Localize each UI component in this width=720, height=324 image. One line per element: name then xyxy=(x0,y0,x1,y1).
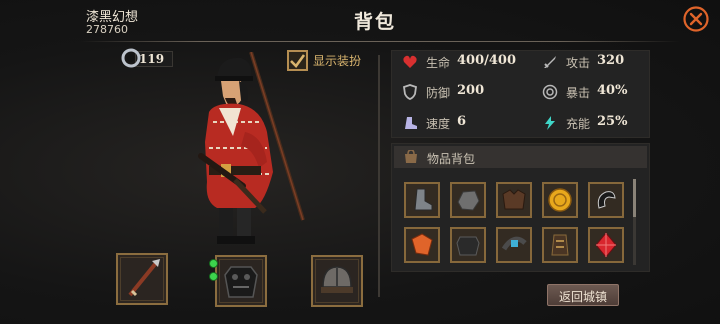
inventory-scrollbar[interactable] xyxy=(633,179,636,265)
inventory-item-orange-cloth[interactable] xyxy=(404,227,440,263)
blue-buckle-icon xyxy=(498,229,530,261)
attack-value: 320 xyxy=(597,53,625,68)
return-to-town-label: 返回城镇 xyxy=(558,290,607,304)
inventory-item-leather-armor[interactable] xyxy=(496,182,532,218)
speed-label: 速度 xyxy=(426,117,451,131)
heart-icon xyxy=(403,55,417,68)
target-icon xyxy=(542,84,558,100)
red-gem-icon xyxy=(590,229,622,261)
bronze-chain-icon xyxy=(544,229,576,261)
charge-label: 充能 xyxy=(566,117,591,131)
armor-slot-indicator-bottom xyxy=(209,272,218,281)
inventory-title: 物品背包 xyxy=(427,152,476,166)
black-armor-icon xyxy=(219,259,263,303)
stone-icon xyxy=(452,184,484,216)
page-title: 背包 xyxy=(353,11,396,33)
panel-divider xyxy=(378,55,380,297)
inventory-item-iron-boot[interactable] xyxy=(404,182,440,218)
black-hook-icon xyxy=(590,184,622,216)
speed-value: 6 xyxy=(457,114,467,129)
inventory-item-bronze-chain[interactable] xyxy=(542,227,578,263)
crit-label: 暴击 xyxy=(566,86,591,100)
stats-panel: 生命 400/400 攻击 320 防御 200 暴击 40% 速度 6 充能 … xyxy=(391,50,650,138)
currency-value: 119 xyxy=(139,52,165,66)
outfit-toggle-label: 显示装扮 xyxy=(313,54,362,68)
leather-armor-icon xyxy=(498,184,530,216)
weapon-slot[interactable] xyxy=(116,253,168,305)
currency-display: 119 xyxy=(121,47,173,69)
charge-value: 25% xyxy=(597,114,628,129)
return-to-town-button[interactable]: 返回城镇 xyxy=(547,284,619,306)
armor-slot[interactable] xyxy=(215,255,267,307)
hp-value: 400/400 xyxy=(457,53,517,68)
shield-icon xyxy=(403,84,417,100)
armor-slot-indicator-top xyxy=(209,259,218,268)
inventory-item-dark-plate[interactable] xyxy=(450,227,486,263)
inventory-header: 物品背包 xyxy=(394,146,647,168)
header-divider xyxy=(80,41,680,42)
hp-label: 生命 xyxy=(426,56,451,70)
defense-value: 200 xyxy=(457,83,485,98)
inventory-item-gold-coin[interactable] xyxy=(542,182,578,218)
crit-value: 40% xyxy=(597,83,628,98)
close-icon xyxy=(683,6,709,32)
iron-boot-icon xyxy=(406,184,438,216)
orange-cloth-icon xyxy=(406,229,438,261)
inventory-item-black-hook[interactable] xyxy=(588,182,624,218)
character-model xyxy=(198,52,305,244)
gold-coin-icon xyxy=(544,184,576,216)
defense-label: 防御 xyxy=(426,86,451,100)
dark-plate-icon xyxy=(452,229,484,261)
sword-icon xyxy=(544,56,556,68)
helmet-icon xyxy=(315,259,359,303)
close-button[interactable] xyxy=(682,5,710,33)
inventory-scrollbar-thumb[interactable] xyxy=(633,179,636,217)
spear-icon xyxy=(120,257,164,301)
boot-icon xyxy=(405,117,417,129)
inventory-panel: 物品背包 xyxy=(391,143,650,272)
inventory-item-blue-buckle[interactable] xyxy=(496,227,532,263)
lightning-icon xyxy=(545,116,555,130)
inventory-item-red-gem[interactable] xyxy=(588,227,624,263)
attack-label: 攻击 xyxy=(566,56,591,70)
helmet-slot[interactable] xyxy=(311,255,363,307)
bag-icon xyxy=(405,150,417,163)
inventory-item-stone[interactable] xyxy=(450,182,486,218)
